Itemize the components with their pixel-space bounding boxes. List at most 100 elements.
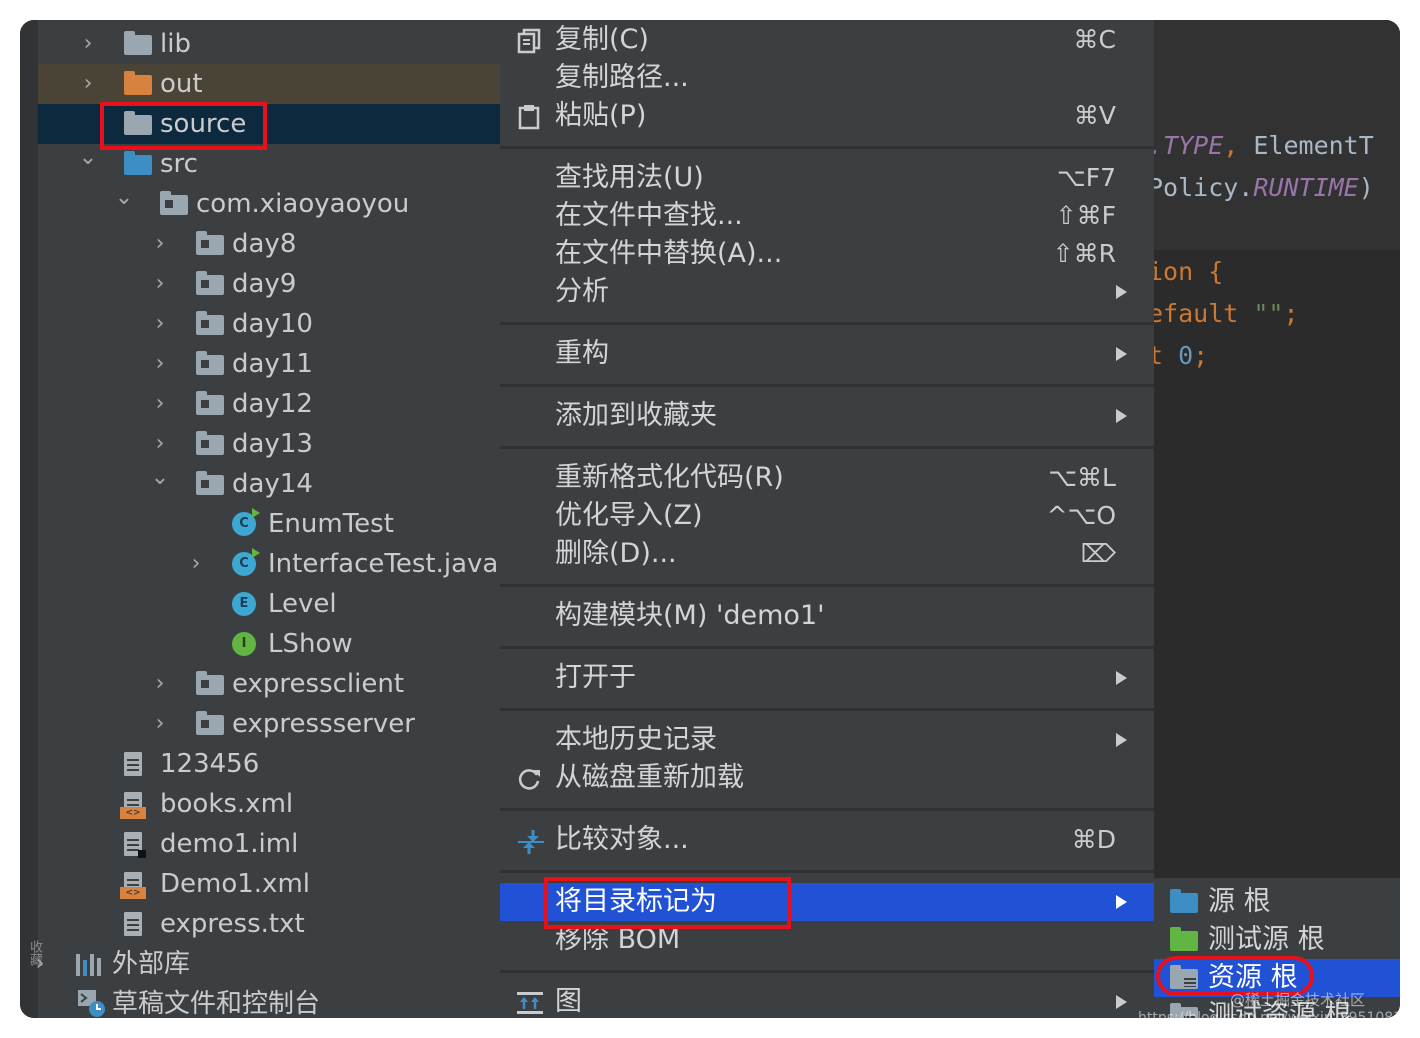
- tree-row-label: day8: [232, 229, 297, 259]
- menu-item-find-usages[interactable]: 查找用法(U) ⌥F7: [500, 159, 1154, 197]
- menu-item-add-favorites[interactable]: 添加到收藏夹: [500, 397, 1154, 435]
- submenu-arrow-icon: [1116, 347, 1127, 361]
- code-line: efault "";: [1148, 299, 1299, 328]
- submenu-arrow-icon: [1116, 671, 1127, 685]
- watermark-url: https://blog.csdn.net/weixin_39510813: [1138, 1010, 1400, 1018]
- menu-separator: [500, 322, 1154, 325]
- menu-item-diagram[interactable]: 图: [500, 983, 1154, 1018]
- submenu-arrow-icon: [1116, 733, 1127, 747]
- menu-item-copy-path[interactable]: 复制路径...: [500, 59, 1154, 97]
- tree-row-label: expressserver: [232, 709, 415, 739]
- code-line: .TYPE, ElementT: [1148, 131, 1374, 160]
- menu-separator: [500, 970, 1154, 973]
- mark-directory-highlight-box: [544, 877, 791, 929]
- chevron-right-icon[interactable]: ›: [150, 344, 170, 384]
- tree-row-label: LShow: [268, 629, 353, 659]
- tree-row-label: EnumTest: [268, 509, 394, 539]
- tree-row-day13[interactable]: › day13: [38, 424, 500, 464]
- tree-row-day11[interactable]: › day11: [38, 344, 500, 384]
- tree-row-label: Demo1.xml: [160, 869, 310, 899]
- menu-item-delete[interactable]: 删除(D)... ⌦: [500, 535, 1154, 573]
- code-editor[interactable]: .TYPE, ElementT Policy.RUNTIME) ion { ef…: [1148, 20, 1400, 878]
- tool-window-strip: [20, 20, 38, 1018]
- tree-row-day14[interactable]: ⌄ day14: [38, 464, 500, 504]
- tree-row-expressserver[interactable]: › expressserver: [38, 704, 500, 744]
- chevron-down-icon[interactable]: ⌄: [114, 178, 134, 218]
- chevron-right-icon[interactable]: ›: [150, 704, 170, 744]
- tree-row-express-txt[interactable]: express.txt: [38, 904, 500, 944]
- tree-row-level[interactable]: E Level: [38, 584, 500, 624]
- tree-row-label: demo1.iml: [160, 829, 299, 859]
- menu-item-build-module[interactable]: 构建模块(M) 'demo1': [500, 597, 1154, 635]
- tree-row-label: src: [160, 149, 198, 179]
- menu-item-local-history[interactable]: 本地历史记录: [500, 721, 1154, 759]
- tree-row-com-xiaoyaoyou[interactable]: ⌄ com.xiaoyaoyou: [38, 184, 500, 224]
- tree-row-123456[interactable]: 123456: [38, 744, 500, 784]
- code-line: t 0;: [1148, 341, 1209, 370]
- submenu-arrow-icon: [1116, 285, 1127, 299]
- tree-row-out[interactable]: › out: [38, 64, 500, 104]
- menu-item-find-in-files[interactable]: 在文件中查找... ⇧⌘F: [500, 197, 1154, 235]
- tree-row-demo1-iml[interactable]: demo1.iml: [38, 824, 500, 864]
- tree-row-label: day11: [232, 349, 313, 379]
- chevron-right-icon[interactable]: ›: [30, 944, 50, 984]
- menu-item-reload[interactable]: 从磁盘重新加载: [500, 759, 1154, 797]
- menu-separator: [500, 808, 1154, 811]
- menu-item-replace-in-files[interactable]: 在文件中替换(A)... ⇧⌘R: [500, 235, 1154, 273]
- chevron-right-icon[interactable]: ›: [78, 64, 98, 104]
- chevron-down-icon[interactable]: ⌄: [150, 458, 170, 498]
- tree-row-demo1-xml[interactable]: <> Demo1.xml: [38, 864, 500, 904]
- tree-row-[interactable]: › 外部库: [36, 944, 500, 984]
- menu-item-refactor[interactable]: 重构: [500, 335, 1154, 373]
- tree-row-expressclient[interactable]: › expressclient: [38, 664, 500, 704]
- submenu-item-sources-root[interactable]: 源 根: [1154, 883, 1400, 921]
- chevron-down-icon[interactable]: ⌄: [78, 138, 98, 178]
- tree-row-day12[interactable]: › day12: [38, 384, 500, 424]
- tree-row-label: day10: [232, 309, 313, 339]
- tree-row-day10[interactable]: › day10: [38, 304, 500, 344]
- tree-row-label: day9: [232, 269, 297, 299]
- menu-separator: [500, 708, 1154, 711]
- chevron-right-icon[interactable]: ›: [150, 264, 170, 304]
- reload-icon: [516, 765, 542, 791]
- tree-row-lshow[interactable]: I LShow: [38, 624, 500, 664]
- tree-row-label: out: [160, 69, 203, 99]
- menu-item-optimize-imports[interactable]: 优化导入(Z) ^⌥O: [500, 497, 1154, 535]
- sources-root-folder-icon: [1170, 889, 1198, 913]
- diagram-icon: [516, 989, 543, 1015]
- tree-row-label: lib: [160, 29, 191, 59]
- watermark-text: @稀土掘金技术社区: [1230, 991, 1366, 1009]
- menu-item-reformat[interactable]: 重新格式化代码(R) ⌥⌘L: [500, 459, 1154, 497]
- chevron-right-icon[interactable]: ›: [150, 664, 170, 704]
- tree-row-books-xml[interactable]: <> books.xml: [38, 784, 500, 824]
- tree-row-src[interactable]: ⌄ src: [38, 144, 500, 184]
- submenu-arrow-icon: [1116, 409, 1127, 423]
- tree-row-label: expressclient: [232, 669, 405, 699]
- menu-item-paste[interactable]: 粘贴(P) ⌘V: [500, 97, 1154, 135]
- tree-row-[interactable]: 草稿文件和控制台: [38, 984, 500, 1018]
- chevron-right-icon[interactable]: ›: [150, 384, 170, 424]
- tree-row-label: day12: [232, 389, 313, 419]
- test-sources-root-folder-icon: [1170, 927, 1198, 951]
- tree-row-enumtest[interactable]: C EnumTest: [38, 504, 500, 544]
- menu-separator: [500, 384, 1154, 387]
- chevron-right-icon[interactable]: ›: [150, 224, 170, 264]
- tree-row-lib[interactable]: › lib: [38, 24, 500, 64]
- chevron-right-icon[interactable]: ›: [186, 544, 206, 584]
- menu-separator: [500, 446, 1154, 449]
- tree-row-day8[interactable]: › day8: [38, 224, 500, 264]
- menu-item-analyze[interactable]: 分析: [500, 273, 1154, 311]
- chevron-right-icon[interactable]: ›: [150, 304, 170, 344]
- tree-row-interfacetest-java[interactable]: › C InterfaceTest.java: [38, 544, 500, 584]
- submenu-item-test-sources-root[interactable]: 测试源 根: [1154, 921, 1400, 959]
- menu-separator: [500, 646, 1154, 649]
- menu-item-copy[interactable]: 复制(C) ⌘C: [500, 21, 1154, 59]
- menu-item-compare[interactable]: 比较对象... ⌘D: [500, 821, 1154, 859]
- source-highlight-box: [100, 102, 267, 150]
- chevron-right-icon[interactable]: ›: [78, 24, 98, 64]
- delete-key-icon: ⌦: [1080, 539, 1116, 568]
- code-line: ion {: [1148, 257, 1224, 286]
- tree-row-day9[interactable]: › day9: [38, 264, 500, 304]
- paste-icon: [516, 103, 542, 130]
- menu-item-open-in[interactable]: 打开于: [500, 659, 1154, 697]
